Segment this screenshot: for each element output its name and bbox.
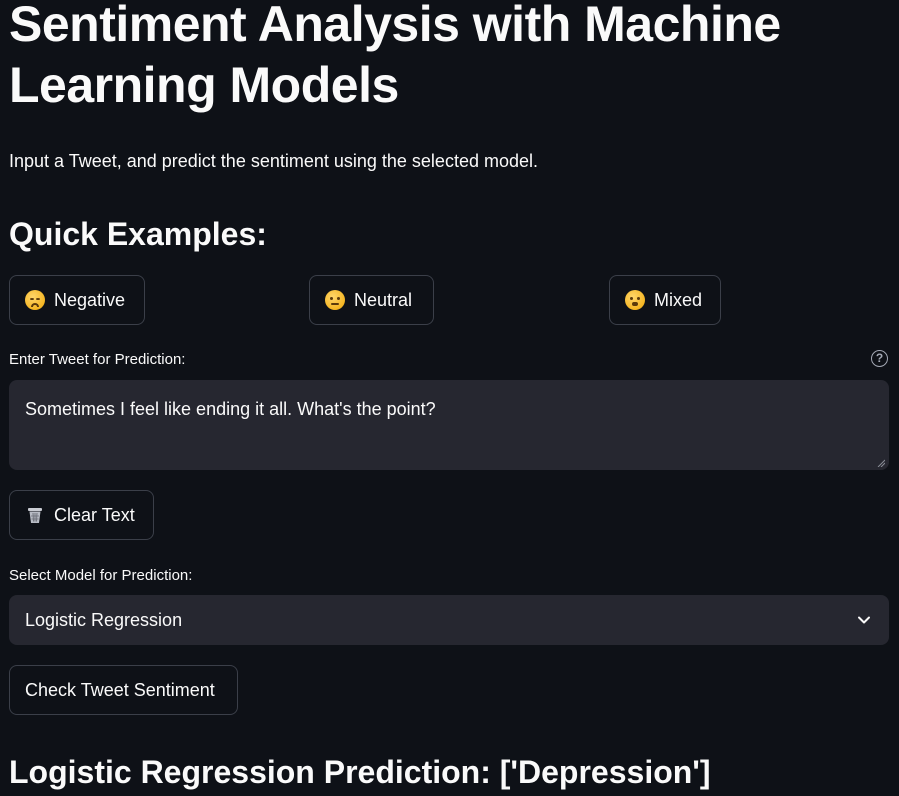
help-icon[interactable]: ?: [871, 350, 888, 367]
clear-text-label: Clear Text: [54, 504, 135, 525]
mixed-example-button[interactable]: Mixed: [609, 275, 721, 325]
tweet-textarea-value: Sometimes I feel like ending it all. Wha…: [25, 399, 436, 419]
neutral-example-label: Neutral: [354, 289, 413, 310]
chevron-down-icon: [858, 616, 870, 624]
model-select-value: Logistic Regression: [25, 609, 183, 630]
app-page: Sentiment Analysis with Machine Learning…: [0, 0, 899, 796]
quick-examples-heading: Quick Examples:: [9, 216, 267, 252]
model-select-label: Select Model for Prediction:: [9, 567, 193, 584]
disappointed-face-icon: [25, 290, 45, 310]
tweet-textarea[interactable]: Sometimes I feel like ending it all. Wha…: [9, 380, 889, 470]
page-title: Sentiment Analysis with Machine Learning…: [9, 0, 781, 113]
prediction-result: Logistic Regression Prediction: ['Depres…: [9, 754, 711, 790]
resize-handle-icon[interactable]: [877, 459, 885, 467]
neutral-example-button[interactable]: Neutral: [309, 275, 434, 325]
negative-example-button[interactable]: Negative: [9, 275, 145, 325]
page-subtitle: Input a Tweet, and predict the sentiment…: [9, 151, 538, 171]
clear-text-button[interactable]: Clear Text: [9, 490, 154, 540]
confused-face-icon: [625, 290, 645, 310]
wastebasket-icon: [28, 508, 42, 523]
negative-example-label: Negative: [54, 289, 126, 310]
check-sentiment-label: Check Tweet Sentiment: [25, 679, 215, 700]
mixed-example-label: Mixed: [654, 289, 703, 310]
neutral-face-icon: [325, 290, 345, 310]
tweet-input-label: Enter Tweet for Prediction:: [9, 351, 186, 368]
check-sentiment-button[interactable]: Check Tweet Sentiment: [9, 665, 238, 715]
model-select[interactable]: Logistic Regression: [9, 595, 889, 645]
